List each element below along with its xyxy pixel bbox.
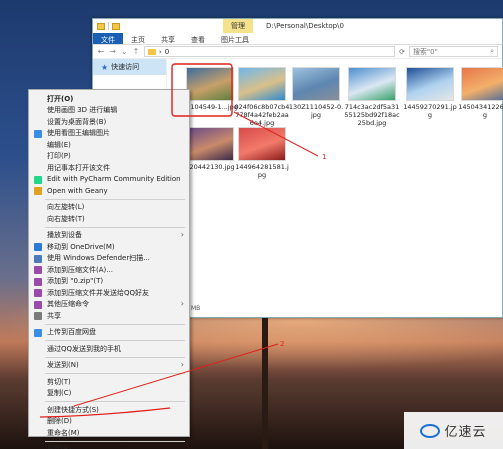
selection-highlight-box (171, 63, 233, 117)
watermark-text: 亿速云 (444, 425, 487, 440)
watermark: 亿速云 (404, 412, 503, 449)
annotation-label-1: 1 (322, 153, 326, 161)
rename-underline (39, 407, 171, 418)
annotation-layer: 1 2 (39, 63, 326, 418)
cloud-logo-icon (420, 423, 441, 438)
annotation-arrow-1 (233, 111, 319, 157)
annotation-label-2: 2 (280, 340, 284, 348)
annotation-arrow-2 (73, 343, 279, 407)
